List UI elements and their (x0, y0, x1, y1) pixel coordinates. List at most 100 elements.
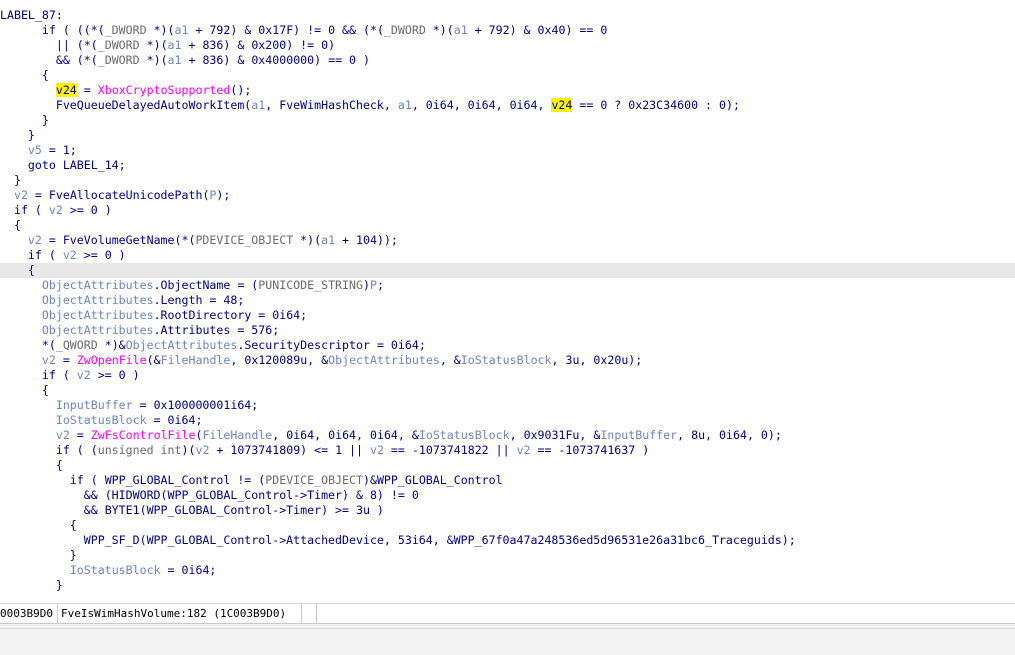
code-token: InputBuffer (55, 398, 133, 412)
code-token: IoStatusBlock (69, 563, 161, 577)
code-token: *)( (425, 23, 454, 37)
code-token: = 1; (41, 143, 77, 157)
code-token: if ( (0, 248, 63, 262)
code-token: if ( (0, 368, 77, 382)
code-line[interactable]: && (HIDWORD(WPP_GLOBAL_Control->Timer) &… (0, 488, 1015, 503)
code-line[interactable]: && (*(_DWORD *)(a1 + 836) & 0x4000000) =… (0, 53, 1015, 68)
code-line[interactable]: ObjectAttributes.ObjectName = (PUNICODE_… (0, 278, 1015, 293)
code-line[interactable]: || (*(_DWORD *)(a1 + 836) & 0x200) != 0) (0, 38, 1015, 53)
code-line[interactable]: v2 = ZwFsControlFile(FileHandle, 0i64, 0… (0, 428, 1015, 443)
status-function-location: FveIsWimHashVolume:182 (1C003B9D0) (58, 604, 302, 623)
code-token: && BYTE1(WPP_GLOBAL_Control->Timer) >= 3… (0, 503, 384, 517)
code-token: a1 (167, 38, 182, 52)
code-token: v2 (369, 443, 384, 457)
code-token: ) (362, 278, 370, 292)
code-line[interactable]: } (0, 128, 1015, 143)
code-token: + 1073741809) <= 1 || (209, 443, 370, 457)
code-token: a1 (174, 23, 189, 37)
code-token: , 0i64, 0i64, 0i64, & (272, 428, 419, 442)
code-token: = (76, 83, 98, 97)
code-line[interactable]: { (0, 383, 1015, 398)
code-token: ZwFsControlFile (90, 428, 196, 442)
code-token: v5 (27, 143, 42, 157)
code-line[interactable]: { (0, 518, 1015, 533)
code-line[interactable]: if ( v2 >= 0 ) (0, 368, 1015, 383)
code-token: PUNICODE_STRING (258, 278, 363, 292)
code-line[interactable]: if ( v2 >= 0 ) (0, 248, 1015, 263)
code-line[interactable]: ObjectAttributes.RootDirectory = 0i64; (0, 308, 1015, 323)
code-token: ObjectAttributes (41, 323, 154, 337)
code-line[interactable]: v2 = ZwOpenFile(&FileHandle, 0x120089u, … (0, 353, 1015, 368)
code-token: *)( (139, 53, 168, 67)
code-line[interactable]: FveQueueDelayedAutoWorkItem(a1, FveWimHa… (0, 98, 1015, 113)
status-bar: 0003B9D0 FveIsWimHashVolume:182 (1C003B9… (0, 603, 1015, 624)
code-line[interactable]: v5 = 1; (0, 143, 1015, 158)
code-token: )&WPP_GLOBAL_Control (362, 473, 503, 487)
code-token: FileHandle (160, 353, 231, 367)
code-line[interactable]: IoStatusBlock = 0i64; (0, 413, 1015, 428)
code-token: , & (439, 353, 461, 367)
code-line[interactable]: } (0, 173, 1015, 188)
code-token: ObjectAttributes (41, 308, 154, 322)
code-token: LABEL_87: (0, 8, 63, 22)
code-line[interactable]: { (0, 68, 1015, 83)
code-line[interactable]: ObjectAttributes.Length = 48; (0, 293, 1015, 308)
code-line[interactable]: } (0, 578, 1015, 593)
code-line[interactable]: *(_QWORD *)&ObjectAttributes.SecurityDes… (0, 338, 1015, 353)
code-line[interactable]: if ( WPP_GLOBAL_Control != (PDEVICE_OBJE… (0, 473, 1015, 488)
code-line[interactable]: { (0, 458, 1015, 473)
code-line[interactable]: { (0, 218, 1015, 233)
code-token: XboxCryptoSupported (97, 83, 231, 97)
code-token: = (55, 353, 77, 367)
code-line[interactable]: InputBuffer = 0x100000001i64; (0, 398, 1015, 413)
code-token: >= 0 ) (62, 203, 112, 217)
code-line[interactable]: } (0, 113, 1015, 128)
code-line[interactable]: if ( (unsigned int)(v2 + 1073741809) <= … (0, 443, 1015, 458)
code-line[interactable]: v24 = XboxCryptoSupported(); (0, 83, 1015, 98)
code-line[interactable]: v2 = FveVolumeGetName(*(PDEVICE_OBJECT *… (0, 233, 1015, 248)
code-token: + 836) & 0x4000000) == 0 ) (181, 53, 370, 67)
code-line[interactable]: && BYTE1(WPP_GLOBAL_Control->Timer) >= 3… (0, 503, 1015, 518)
code-token: *)( (146, 23, 175, 37)
code-token: .RootDirectory = 0i64; (153, 308, 308, 322)
code-line[interactable]: IoStatusBlock = 0i64; (0, 563, 1015, 578)
code-line[interactable]: ObjectAttributes.Attributes = 576; (0, 323, 1015, 338)
pseudocode-window: LABEL_87: if ( ((*(_DWORD *)(a1 + 792) &… (0, 0, 1015, 655)
code-token: , 0x120089u, & (230, 353, 329, 367)
code-line[interactable]: goto LABEL_14; (0, 158, 1015, 173)
code-line[interactable]: WPP_SF_D(WPP_GLOBAL_Control->AttachedDev… (0, 533, 1015, 548)
code-token: )( (181, 443, 196, 457)
code-line-current[interactable]: { (0, 263, 1015, 278)
code-line[interactable]: } (0, 548, 1015, 563)
code-token: ObjectAttributes (125, 338, 238, 352)
code-line[interactable]: if ( ((*(_DWORD *)(a1 + 792) & 0x17F) !=… (0, 23, 1015, 38)
code-token: PDEVICE_OBJECT (195, 233, 294, 247)
code-token: if ( ( (0, 443, 98, 457)
code-token: , FveWimHashCheck, (265, 98, 398, 112)
output-panel (0, 624, 1015, 655)
code-token: if ( (0, 203, 49, 217)
code-token: ); (216, 188, 231, 202)
code-token: , 0x9031Fu, & (509, 428, 601, 442)
code-token: ObjectAttributes (41, 293, 154, 307)
code-token: { (0, 518, 77, 532)
pseudocode-view[interactable]: LABEL_87: if ( ((*(_DWORD *)(a1 + 792) &… (0, 0, 1015, 600)
code-token: , 8u, 0i64, 0); (677, 428, 782, 442)
code-token: FveQueueDelayedAutoWorkItem( (0, 98, 252, 112)
code-token: .Length = 48; (153, 293, 245, 307)
code-token: _QWORD (55, 338, 98, 352)
code-line[interactable]: if ( v2 >= 0 ) (0, 203, 1015, 218)
code-line[interactable]: v2 = FveAllocateUnicodePath(P); (0, 188, 1015, 203)
code-token: _DWORD (97, 53, 140, 67)
highlighted-token: v24 (551, 98, 573, 112)
code-token: = 0i64; (160, 563, 217, 577)
code-line[interactable]: LABEL_87: (0, 8, 1015, 23)
highlighted-token: v24 (55, 83, 77, 97)
code-token: a1 (167, 53, 182, 67)
code-token: { (0, 458, 63, 472)
